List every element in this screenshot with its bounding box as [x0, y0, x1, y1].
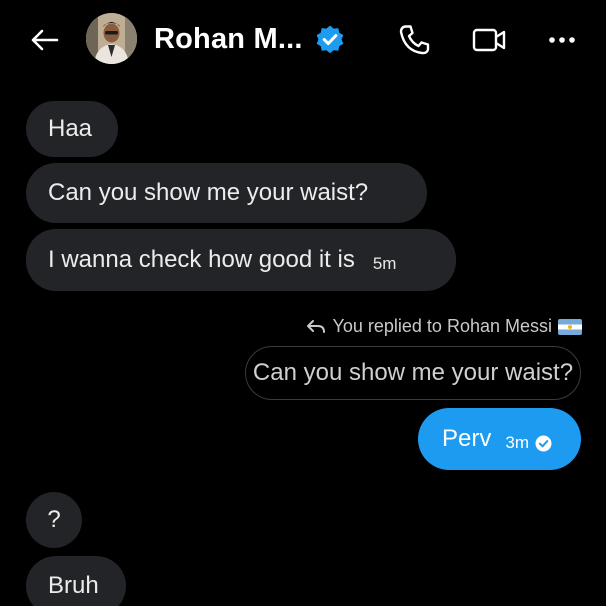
argentina-flag-icon: [558, 318, 582, 335]
more-dots-icon[interactable]: [542, 22, 582, 58]
quoted-message[interactable]: Can you show me your waist?: [245, 346, 581, 400]
back-arrow-icon: [31, 29, 59, 51]
sent-message[interactable]: Perv 3m: [418, 408, 581, 470]
reply-note-text: You replied to Rohan Messi: [332, 316, 552, 336]
received-message[interactable]: Haa: [26, 101, 118, 157]
received-message[interactable]: Bruh: [26, 556, 126, 606]
read-receipt-check-icon: [535, 435, 552, 451]
message-text: I wanna check how good it is: [48, 246, 355, 273]
message-text: Haa: [48, 115, 93, 142]
message-text: Can you show me your waist?: [48, 179, 369, 206]
conversation-header: Rohan M...: [0, 0, 606, 80]
message-timestamp: 5m: [372, 254, 397, 273]
back-button[interactable]: [26, 22, 62, 58]
reply-arrow-icon: [306, 319, 325, 333]
message-text: Bruh: [48, 572, 99, 599]
contact-name[interactable]: Rohan M...: [154, 23, 303, 56]
message-text: ?: [47, 506, 61, 533]
quoted-message-text: Can you show me your waist?: [252, 359, 574, 386]
contact-avatar[interactable]: [86, 13, 137, 64]
message-text: Perv: [442, 425, 492, 452]
message-timestamp: 3m: [505, 433, 529, 452]
received-message[interactable]: Can you show me your waist?: [26, 163, 427, 223]
received-message[interactable]: ?: [26, 492, 82, 548]
verified-badge-icon: [316, 25, 344, 54]
phone-icon[interactable]: [396, 22, 432, 58]
dm-conversation-screen: Rohan M... Haa Can you show me your wais…: [0, 0, 606, 606]
video-camera-icon[interactable]: [470, 22, 510, 58]
received-message[interactable]: I wanna check how good it is 5m: [26, 229, 456, 291]
reply-context-note: You replied to Rohan Messi: [306, 316, 582, 337]
